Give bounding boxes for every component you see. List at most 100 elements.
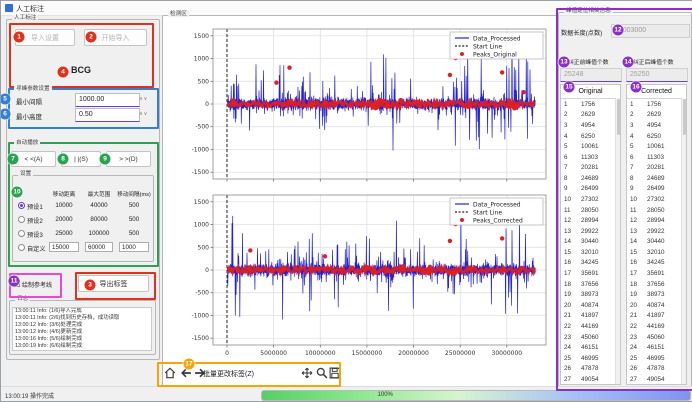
log-output[interactable]: 13:00:11 Info: (1/6)导入完成13:00:11 Info: (…: [12, 307, 152, 351]
min-interval-field[interactable]: 1000.00: [75, 93, 140, 107]
list-item[interactable]: 1634245: [561, 258, 620, 269]
list-item[interactable]: 2647878: [561, 363, 620, 374]
pan-icon[interactable]: [301, 367, 313, 379]
list-item[interactable]: 2244169: [627, 321, 686, 332]
save-icon[interactable]: [329, 367, 341, 379]
annotation-marker-16: 16: [631, 82, 642, 93]
row-index: 6: [561, 154, 581, 161]
preset-radio-3[interactable]: [18, 230, 25, 237]
list-item[interactable]: 11756: [561, 99, 620, 110]
list-item[interactable]: 2546995: [561, 353, 620, 364]
list-item[interactable]: 510061: [627, 141, 686, 152]
list-item[interactable]: 2040874: [561, 300, 620, 311]
list-item[interactable]: 1837656: [627, 279, 686, 290]
list-item[interactable]: 2446151: [561, 342, 620, 353]
scrollbar-thumb[interactable]: [617, 99, 620, 135]
list-item[interactable]: 22629: [561, 110, 620, 121]
list-item[interactable]: 926499: [561, 184, 620, 195]
list-item[interactable]: 1430440: [561, 237, 620, 248]
custom-value-input-3[interactable]: [119, 242, 149, 252]
list-item[interactable]: 1027302: [561, 194, 620, 205]
list-item[interactable]: 1329922: [561, 226, 620, 237]
row-index: 23: [627, 334, 647, 341]
list-item[interactable]: 824689: [561, 173, 620, 184]
preset-radio-1[interactable]: [18, 202, 25, 209]
list-item[interactable]: 720281: [627, 162, 686, 173]
list-item[interactable]: 2141897: [561, 311, 620, 322]
list-item[interactable]: 611303: [561, 152, 620, 163]
list-item[interactable]: 1532010: [561, 247, 620, 258]
row-index: 17: [561, 270, 581, 277]
list-item[interactable]: 2647878: [627, 363, 686, 374]
list-item[interactable]: 1634245: [627, 258, 686, 269]
list-item[interactable]: 2345060: [561, 332, 620, 343]
list-item[interactable]: 1228994: [561, 215, 620, 226]
list-item[interactable]: 34954: [627, 120, 686, 131]
original-peaks-list[interactable]: Original11756226293495446250510061611303…: [560, 84, 621, 385]
list-item[interactable]: 2345060: [627, 332, 686, 343]
list-item[interactable]: 1430440: [627, 237, 686, 248]
scrollbar-thumb[interactable]: [683, 99, 686, 135]
list-item[interactable]: 1837656: [561, 279, 620, 290]
zoom-icon[interactable]: [316, 367, 328, 379]
list-item[interactable]: 1938973: [627, 289, 686, 300]
list-item[interactable]: 1329922: [627, 226, 686, 237]
corrected-peaks-list[interactable]: Corrected1175622629349544625051006161130…: [626, 84, 687, 385]
autoplay-forward-button[interactable]: > >(D): [106, 151, 151, 167]
list-scrollbar[interactable]: [615, 98, 620, 384]
result-group-title: 峰值定位相关信息: [564, 8, 613, 14]
min-height-spinner[interactable]: ∧∨: [139, 111, 148, 117]
row-index: 16: [561, 259, 581, 266]
custom-value-input-2[interactable]: [85, 242, 113, 252]
list-item[interactable]: 2749054: [561, 374, 620, 385]
list-item[interactable]: 46250: [561, 131, 620, 142]
list-item[interactable]: 1128050: [627, 205, 686, 216]
list-item[interactable]: 720281: [561, 162, 620, 173]
row-index: 8: [561, 175, 581, 182]
log-group-title: 日志: [15, 296, 30, 302]
list-item[interactable]: 926499: [627, 184, 686, 195]
list-item[interactable]: 1228994: [627, 215, 686, 226]
list-item[interactable]: 1532010: [627, 247, 686, 258]
list-item[interactable]: 2546995: [627, 353, 686, 364]
list-item[interactable]: 510061: [561, 141, 620, 152]
list-item[interactable]: 1128050: [561, 205, 620, 216]
list-item[interactable]: 2141897: [627, 311, 686, 322]
svg-text:0: 0: [225, 350, 229, 357]
signal-charts[interactable]: 150010005000-500-1000-1500Data_Processed…: [164, 17, 554, 367]
list-item[interactable]: 2749054: [627, 374, 686, 385]
list-item[interactable]: 22629: [627, 110, 686, 121]
list-item[interactable]: 2040874: [627, 300, 686, 311]
list-item[interactable]: 1027302: [627, 194, 686, 205]
svg-text:-1500: -1500: [192, 335, 210, 342]
preset-radio-2[interactable]: [18, 216, 25, 223]
list-item[interactable]: 824689: [627, 173, 686, 184]
log-line: 13:00:12 Info: (3/6)处理完成: [13, 322, 151, 329]
preset-value: 500: [117, 216, 151, 223]
home-icon[interactable]: [164, 367, 176, 379]
svg-text:15000000: 15000000: [352, 350, 383, 357]
row-index: 4: [561, 133, 581, 140]
list-item[interactable]: 1735691: [561, 268, 620, 279]
row-index: 22: [561, 323, 581, 330]
list-item[interactable]: 1735691: [627, 268, 686, 279]
batch-relabel-button[interactable]: 批量更改标签(Z): [203, 369, 254, 379]
row-index: 27: [627, 376, 647, 383]
list-item[interactable]: 2446151: [627, 342, 686, 353]
row-index: 21: [561, 312, 581, 319]
custom-value-input-1[interactable]: [49, 242, 79, 252]
row-index: 14: [561, 238, 581, 245]
list-item[interactable]: 34954: [561, 120, 620, 131]
list-item[interactable]: 1938973: [561, 289, 620, 300]
min-height-field[interactable]: 0.50: [75, 108, 140, 122]
after-count-field: 25250: [626, 68, 688, 82]
list-item[interactable]: 2244169: [561, 321, 620, 332]
row-index: 3: [561, 122, 581, 129]
list-scrollbar[interactable]: [681, 98, 686, 384]
annotation-marker-3: 3: [85, 280, 96, 291]
list-item[interactable]: 11756: [627, 99, 686, 110]
preset-radio-4[interactable]: [18, 244, 25, 251]
min-interval-spinner[interactable]: ∧∨: [139, 96, 148, 102]
list-item[interactable]: 46250: [627, 131, 686, 142]
list-item[interactable]: 611303: [627, 152, 686, 163]
